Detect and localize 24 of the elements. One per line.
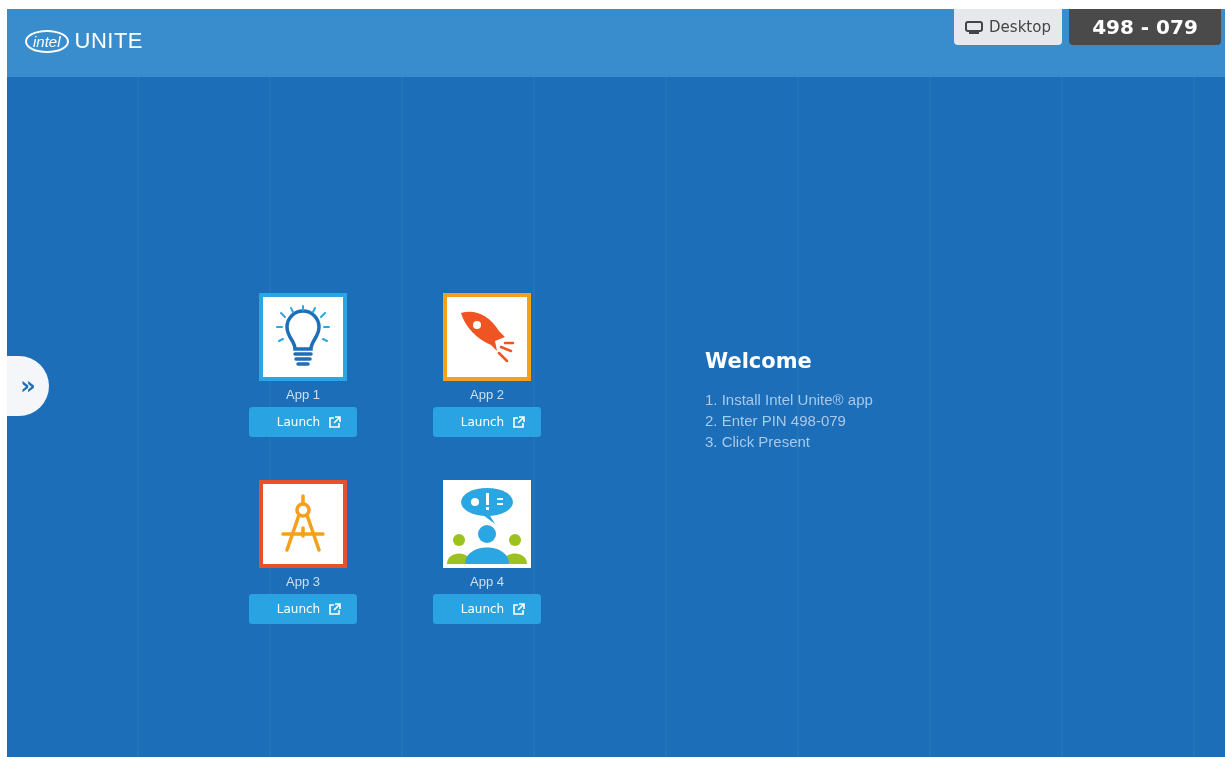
app-name: App 4 — [470, 574, 504, 589]
external-link-icon — [512, 602, 526, 616]
product-name: UNITE — [74, 28, 144, 54]
app-tile[interactable] — [443, 293, 531, 381]
instruction-step: 1. Install Intel Unite® app — [705, 389, 873, 410]
pin-code: 498 - 079 — [1069, 9, 1221, 45]
monitor-icon — [965, 20, 984, 34]
app-tile[interactable] — [259, 480, 347, 568]
instruction-step: 2. Enter PIN 498-079 — [705, 410, 873, 431]
brand-logo: intel — [25, 29, 69, 53]
welcome-title: Welcome — [705, 349, 813, 373]
app-tile[interactable] — [259, 293, 347, 381]
external-link-icon — [328, 602, 342, 616]
desktop-button[interactable]: Desktop — [954, 9, 1062, 45]
launch-button[interactable]: Launch — [433, 594, 541, 624]
launch-button[interactable]: Launch — [433, 407, 541, 437]
instruction-step: 3. Click Present — [705, 431, 873, 452]
launch-button[interactable]: Launch — [249, 594, 357, 624]
app-name: App 3 — [286, 574, 320, 589]
app-name: App 1 — [286, 387, 320, 402]
external-link-icon — [328, 415, 342, 429]
app-name: App 2 — [470, 387, 504, 402]
external-link-icon — [512, 415, 526, 429]
launch-button[interactable]: Launch — [249, 407, 357, 437]
